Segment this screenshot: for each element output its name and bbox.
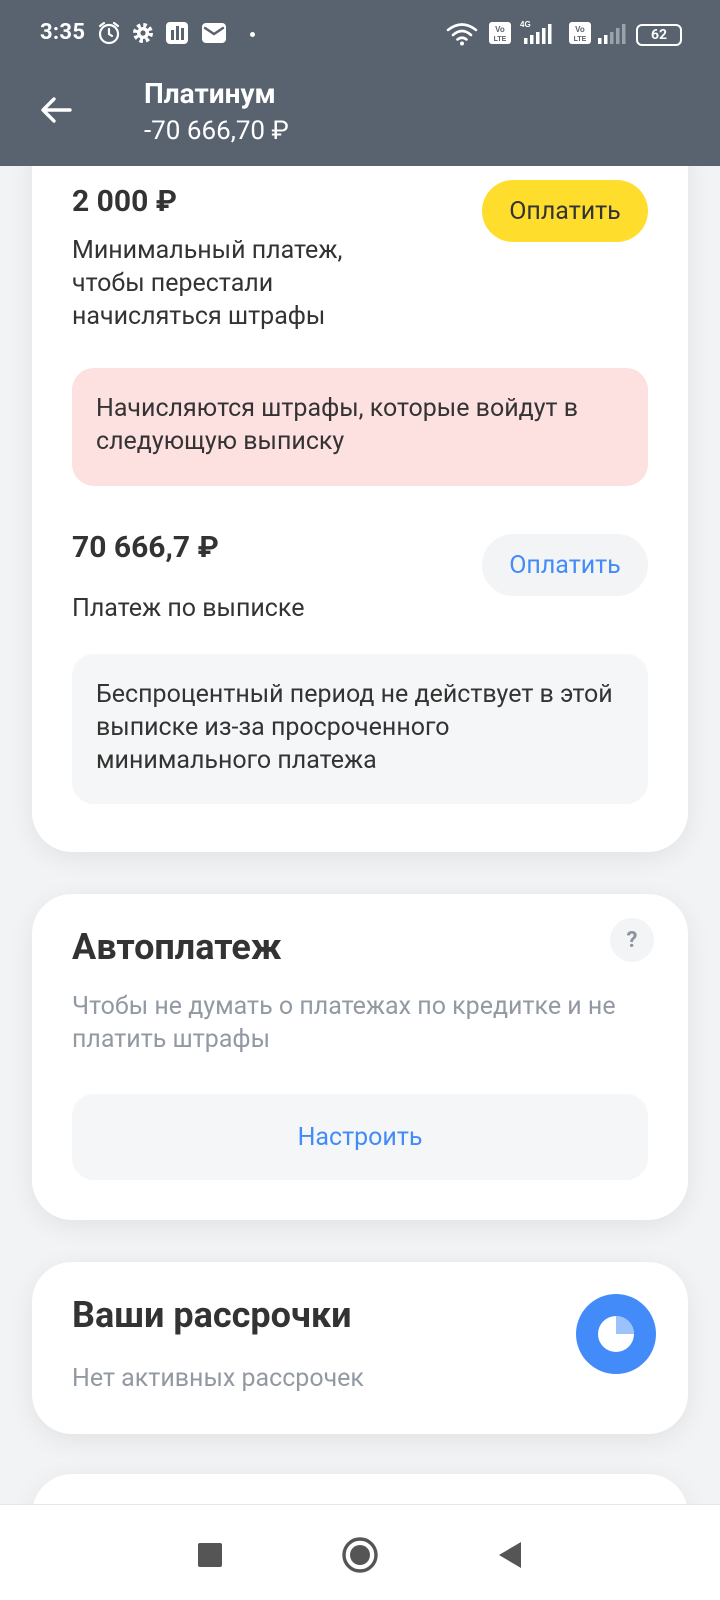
triangle-back-icon [499,1542,521,1568]
svg-text:Vo: Vo [495,25,505,34]
back-button[interactable] [36,90,76,130]
card-name: Платинум [144,77,276,110]
screen: 2 000 ₽ Оплатить Минимальный платеж, что… [0,0,720,1600]
statement-payment-amount: 70 666,7 ₽ [72,530,219,565]
installments-card[interactable]: Ваши рассрочки Нет активных рассрочек [32,1262,688,1434]
payments-card: 2 000 ₽ Оплатить Минимальный платеж, что… [32,120,688,852]
volte-icon-2: Vo LTE [569,22,591,44]
help-icon[interactable]: ? [610,918,654,962]
grace-period-notice: Беспроцентный период не действует в этой… [72,654,648,804]
circle-icon [342,1537,378,1573]
autopay-subtitle: Чтобы не думать о платежах по кредитке и… [72,992,616,1054]
pay-minimum-button[interactable]: Оплатить [482,180,648,242]
mail-icon [202,23,226,43]
autopay-card: Автоплатеж ? Чтобы не думать о платежах … [32,894,688,1220]
installments-title: Ваши рассрочки [72,1294,352,1336]
minimum-payment-description: Минимальный платеж, чтобы перестали начи… [72,236,343,331]
status-bar: 3:35 Vo LTE 4G Vo LTE 62 [0,0,720,72]
arrow-left-icon [41,97,72,123]
home-button[interactable] [340,1535,380,1575]
wifi-icon [446,23,478,46]
signal-icon-2 [598,24,626,44]
volte-icon: Vo LTE [489,22,511,44]
setup-autopay-button[interactable]: Настроить [72,1094,648,1180]
minimum-payment-amount: 2 000 ₽ [72,184,177,219]
notification-dot [250,32,255,37]
penalty-alert: Начисляются штрафы, которые войдут в сле… [72,368,648,486]
alarm-icon [98,21,120,45]
svg-text:4G: 4G [520,20,531,29]
square-icon [198,1543,222,1567]
svg-text:LTE: LTE [494,36,507,43]
top-bar: 3:35 Vo LTE 4G Vo LTE 62 Платинум -70 66… [0,0,720,166]
battery-level: 62 [650,27,668,43]
installments-subtitle: Нет активных рассрочек [72,1364,364,1393]
signal-icon: 4G [520,20,552,44]
back-nav-button[interactable] [490,1535,530,1575]
system-nav-bar [0,1504,720,1600]
battery-icon: 62 [636,24,682,46]
svg-text:Vo: Vo [575,25,585,34]
statement-payment-description: Платеж по выписке [72,594,305,623]
status-time: 3:35 [40,20,86,45]
pay-statement-button[interactable]: Оплатить [482,534,648,596]
card-balance: -70 666,70 ₽ [144,116,289,146]
autopay-title: Автоплатеж [72,926,282,968]
recent-apps-button[interactable] [190,1535,230,1575]
svg-text:LTE: LTE [574,36,587,43]
pie-chart-icon[interactable] [576,1294,656,1374]
gear-icon [133,23,153,43]
app-icon [166,22,188,44]
